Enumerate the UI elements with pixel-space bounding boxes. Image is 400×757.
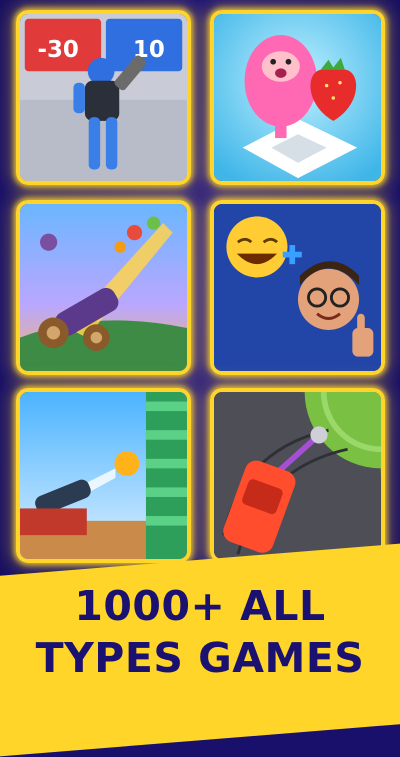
emoji-match-illustration [214, 204, 381, 371]
headline-line-2: TYPES GAMES [35, 634, 365, 682]
car-drift-illustration [214, 392, 381, 559]
game-tile-car-drift[interactable] [210, 388, 385, 563]
gate-left-value: -30 [37, 37, 78, 63]
jelly-strawberry-illustration [214, 14, 381, 181]
headline-line-1: 1000+ ALL [74, 582, 326, 630]
game-tile-emoji-match[interactable] [210, 200, 385, 375]
ball-tower-cannon-illustration [20, 392, 187, 559]
army-runner-illustration: -30 10 [20, 14, 187, 181]
game-tile-ball-tower-cannon[interactable] [16, 388, 191, 563]
cannon-fruit-illustration [20, 204, 187, 371]
game-tile-cannon-fruit[interactable] [16, 200, 191, 375]
game-tile-army-runner[interactable]: -30 10 [16, 10, 191, 185]
game-tile-jelly-strawberry[interactable] [210, 10, 385, 185]
headline: 1000+ ALL TYPES GAMES [0, 580, 400, 684]
